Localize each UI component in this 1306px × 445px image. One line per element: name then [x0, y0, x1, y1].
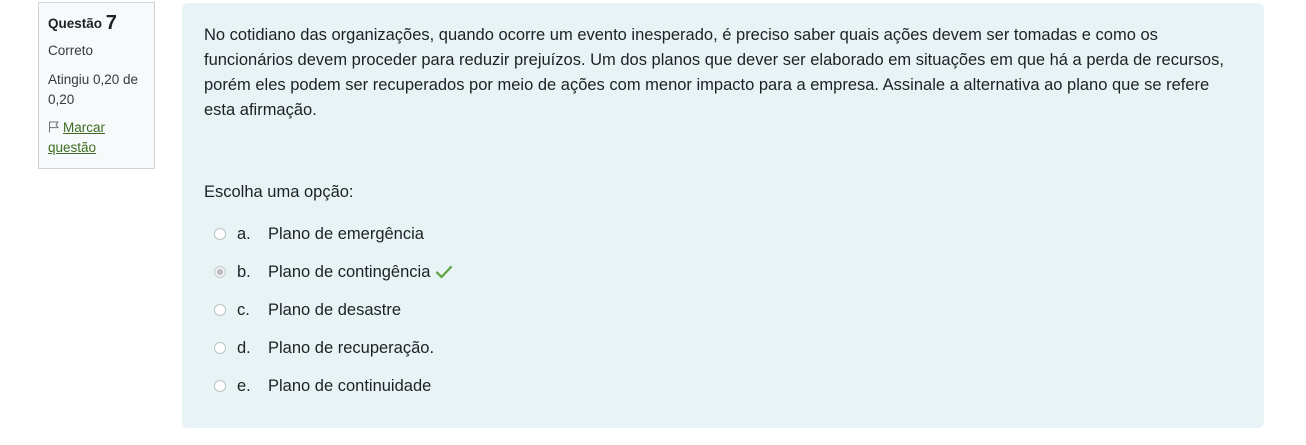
answer-radio-b[interactable]	[214, 266, 226, 278]
answer-letter: d.	[237, 338, 251, 357]
answer-letter: b.	[237, 262, 251, 281]
answer-option-b[interactable]: b. Plano de contingência	[204, 253, 1242, 291]
answer-radio-d[interactable]	[214, 342, 226, 354]
answer-letter: e.	[237, 376, 251, 395]
answer-label: Plano de contingência	[268, 262, 431, 281]
flag-question-link[interactable]: Marcar questão	[48, 118, 145, 158]
answer-letter: a.	[237, 224, 251, 243]
answer-radio-c[interactable]	[214, 304, 226, 316]
answer-radio-a[interactable]	[214, 228, 226, 240]
question-info: Questão 7 Correto Atingiu 0,20 de 0,20 M…	[38, 2, 155, 169]
answer-radio-e[interactable]	[214, 380, 226, 392]
answer-label: Plano de recuperação.	[268, 338, 435, 357]
answer-option-d[interactable]: d. Plano de recuperação.	[204, 329, 1242, 367]
question-title: Questão 7	[48, 12, 145, 35]
answer-label: Plano de desastre	[268, 300, 402, 319]
answer-option-a[interactable]: a. Plano de emergência	[204, 215, 1242, 253]
question-label: Questão	[48, 16, 103, 31]
question-state: Correto	[48, 43, 94, 58]
flag-icon	[49, 121, 59, 133]
question-number: 7	[105, 12, 117, 34]
answer-option-e[interactable]: e. Plano de continuidade	[204, 367, 1242, 405]
question-grade: Atingiu 0,20 de 0,20	[48, 72, 139, 107]
answer-option-c[interactable]: c. Plano de desastre	[204, 291, 1242, 329]
question-text: No cotidiano das organizações, quando oc…	[204, 26, 1224, 119]
answer-label: Plano de emergência	[268, 224, 424, 243]
check-icon	[436, 265, 453, 279]
answer-letter: c.	[237, 300, 250, 319]
answer-prompt: Escolha uma opção:	[204, 183, 354, 201]
answer-label: Plano de continuidade	[268, 376, 432, 395]
answer-list: a. Plano de emergência b. Plano de conti…	[204, 215, 1242, 405]
question-content: No cotidiano das organizações, quando oc…	[182, 3, 1264, 428]
